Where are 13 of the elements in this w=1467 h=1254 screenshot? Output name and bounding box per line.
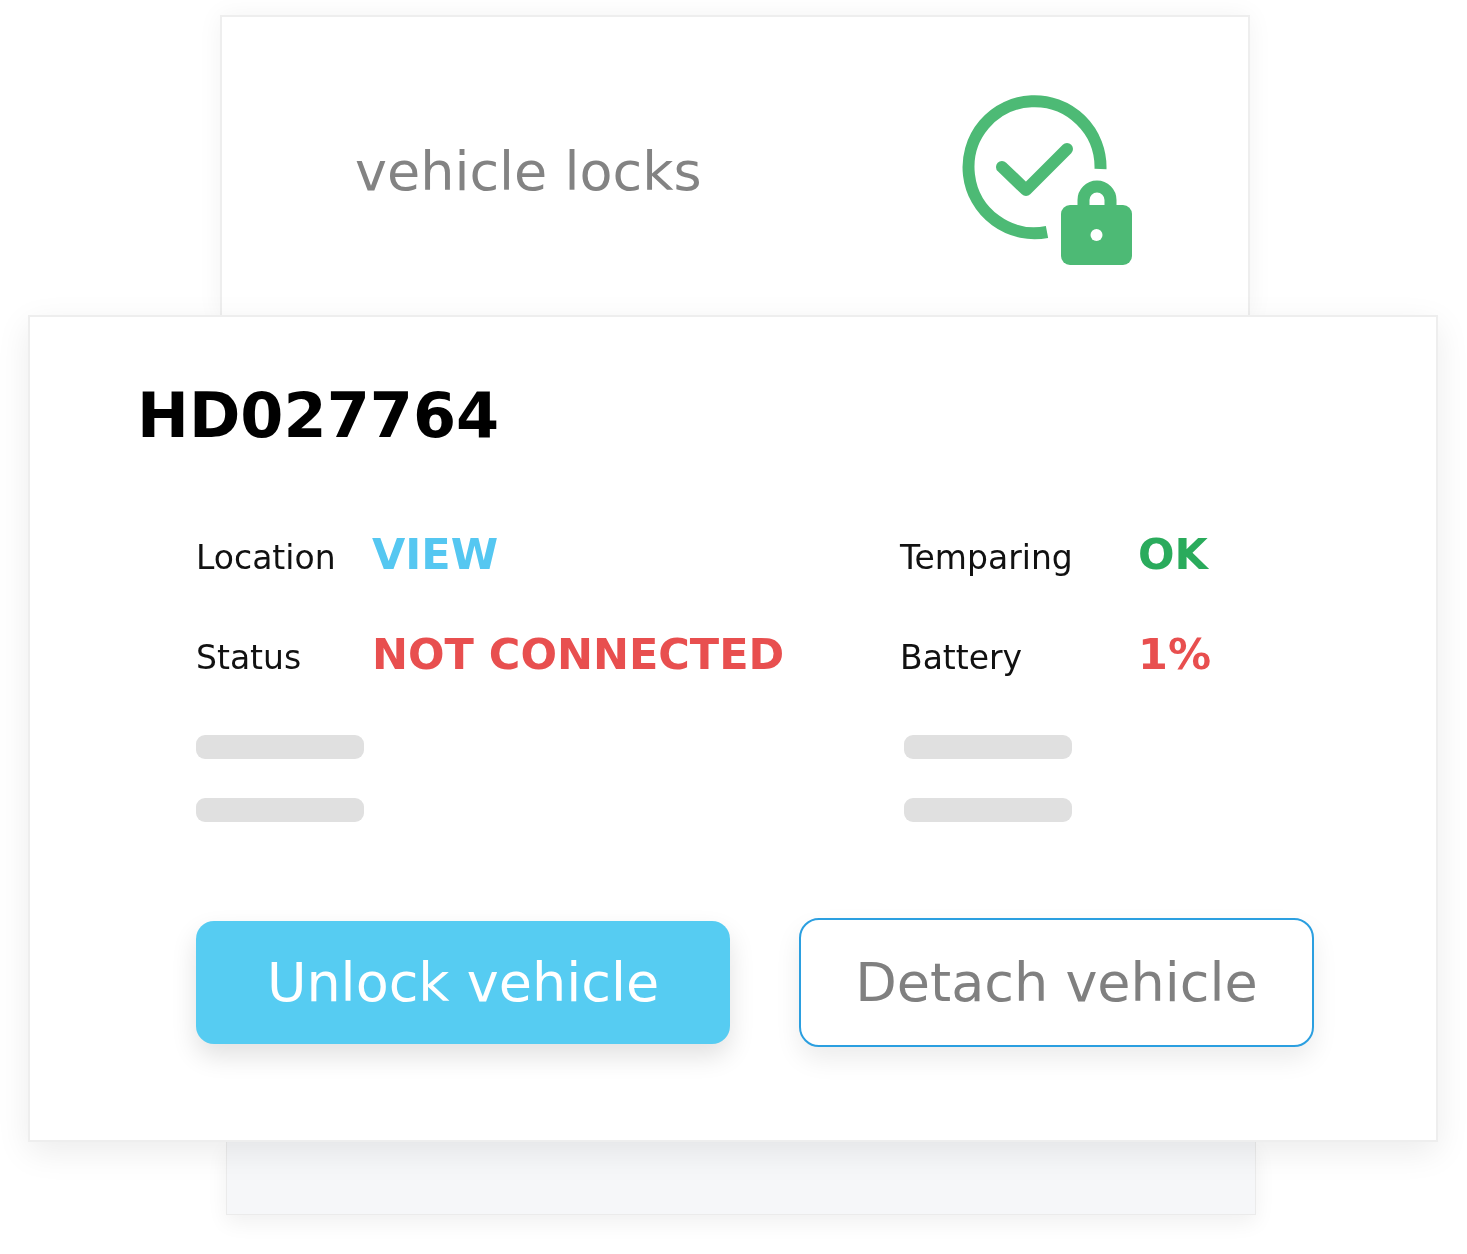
field-label: Status [196,640,303,674]
field-label: Location [196,540,337,574]
field-value: OK [1138,532,1208,576]
detach-vehicle-button[interactable]: Detach vehicle [799,918,1314,1047]
unlock-vehicle-button[interactable]: Unlock vehicle [196,921,730,1044]
field-label: Temparing [900,540,1074,574]
vehicle-id-heading: HD027764 [137,385,500,447]
field-value: 1% [1138,632,1211,676]
view-link[interactable]: VIEW [372,532,499,576]
field-value: NOT CONNECTED [372,632,785,676]
lock-card-title: vehicle locks [355,144,702,199]
check-circle-lock-icon [961,93,1135,268]
field-label: Battery [900,640,1024,674]
